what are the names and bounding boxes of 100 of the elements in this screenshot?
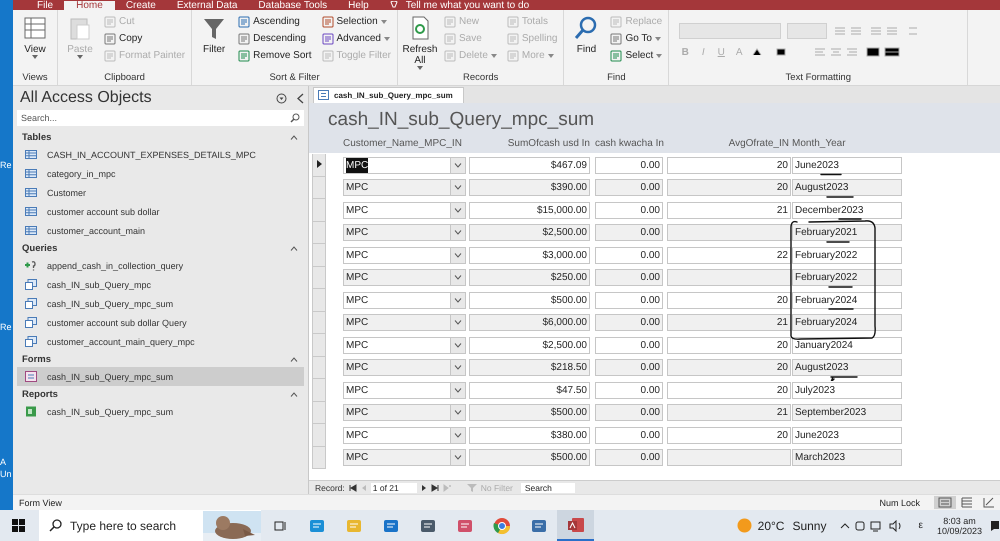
chevron-up-icon[interactable] <box>290 392 298 396</box>
customer-combo[interactable]: MPC <box>343 336 466 354</box>
first-record-icon[interactable] <box>348 484 357 492</box>
record-position-field[interactable]: 1 of 21 <box>370 482 417 493</box>
dropdown-circle-icon[interactable] <box>276 92 287 104</box>
usd-field[interactable]: $380.00 <box>469 426 590 444</box>
month-year-field[interactable]: June2023 <box>792 426 902 444</box>
chevron-up-icon[interactable] <box>290 356 298 362</box>
navigation-item[interactable]: cash_IN_sub_Query_mpc_sum <box>17 294 304 313</box>
customer-combo[interactable]: MPC <box>343 202 466 219</box>
customer-combo[interactable]: MPC <box>343 292 466 309</box>
ribbon-button[interactable]: Go To <box>608 30 664 47</box>
clock-time[interactable]: 8:03 am <box>943 516 976 526</box>
usd-field[interactable]: $2,500.00 <box>469 224 590 242</box>
kwacha-field[interactable]: 0.00 <box>595 292 663 309</box>
navigation-item[interactable]: customer_account_main_query_mpc <box>17 332 304 351</box>
usd-field[interactable]: $2,500.00 <box>469 336 590 354</box>
kwacha-field[interactable]: 0.00 <box>595 156 663 174</box>
rate-field[interactable]: 20 <box>667 156 791 174</box>
usd-field[interactable]: $218.50 <box>469 359 590 376</box>
month-year-field[interactable]: September2023 <box>792 404 902 422</box>
clock-date[interactable]: 10/09/2023 <box>936 526 982 536</box>
ribbon-button[interactable]: Select <box>608 47 664 64</box>
customer-combo[interactable]: MPC <box>343 246 466 264</box>
document-tab[interactable]: cash_IN_sub_Query_mpc_sum <box>313 86 464 103</box>
usd-field[interactable]: $500.00 <box>469 292 590 309</box>
ribbon-button[interactable]: Remove Sort <box>236 47 314 64</box>
ribbon-button[interactable]: Refresh All <box>402 13 438 72</box>
kwacha-field[interactable]: 0.00 <box>595 449 663 466</box>
section-header[interactable]: Reports <box>22 388 58 400</box>
input-indicator[interactable]: ε <box>918 520 923 531</box>
month-year-field[interactable]: January2024 <box>792 336 902 354</box>
usd-field[interactable]: $47.50 <box>469 382 590 399</box>
navigation-item[interactable]: CASH_IN_ACCOUNT_EXPENSES_DETAILS_MPC <box>17 145 304 164</box>
month-year-field[interactable]: February2021 <box>792 224 902 242</box>
ribbon-button[interactable]: Copy <box>102 30 188 47</box>
rate-field[interactable]: 21 <box>667 202 791 219</box>
ribbon-button[interactable]: Ascending <box>236 13 314 30</box>
customer-combo[interactable]: MPC <box>343 179 466 196</box>
rate-field[interactable]: 20 <box>667 292 791 309</box>
navigation-item[interactable]: append_cash_in_collection_query <box>17 256 304 275</box>
navigation-item[interactable]: Customer <box>17 183 304 202</box>
month-year-field[interactable]: August2023 <box>792 179 902 196</box>
rate-field[interactable]: 20 <box>667 426 791 444</box>
month-year-field[interactable]: December2023 <box>792 202 902 219</box>
rate-field[interactable] <box>667 224 791 242</box>
ribbon-tab[interactable]: Create <box>116 1 166 10</box>
rate-field[interactable] <box>667 269 791 286</box>
rate-field[interactable]: 21 <box>667 404 791 422</box>
section-header[interactable]: Tables <box>22 132 52 142</box>
usd-field[interactable]: $500.00 <box>469 404 590 422</box>
month-year-field[interactable]: March2023 <box>792 449 902 466</box>
month-year-field[interactable]: July2023 <box>792 382 902 399</box>
record-selector[interactable] <box>312 154 326 177</box>
rate-field[interactable] <box>667 449 791 466</box>
customer-combo[interactable]: MPC <box>343 314 466 332</box>
rate-field[interactable]: 21 <box>667 314 791 332</box>
ribbon-tab[interactable]: Help <box>338 1 379 10</box>
form-view-icon[interactable] <box>934 496 956 509</box>
search-field[interactable]: Type here to search <box>39 510 261 541</box>
usd-field[interactable]: $467.09 <box>469 156 590 174</box>
kwacha-field[interactable]: 0.00 <box>595 359 663 376</box>
kwacha-field[interactable]: 0.00 <box>595 269 663 286</box>
windows-start-icon[interactable] <box>12 519 25 532</box>
usd-field[interactable]: $500.00 <box>469 449 590 466</box>
customer-combo[interactable]: MPC <box>343 156 466 174</box>
kwacha-field[interactable]: 0.00 <box>595 246 663 264</box>
section-header[interactable]: Forms <box>22 354 52 364</box>
month-year-field[interactable]: February2022 <box>792 269 902 286</box>
section-header[interactable]: Queries <box>22 242 58 254</box>
usd-field[interactable]: $6,000.00 <box>469 314 590 332</box>
usd-field[interactable]: $390.00 <box>469 179 590 196</box>
chevron-up-icon[interactable] <box>290 134 298 140</box>
ribbon-tab[interactable]: Database Tools <box>248 1 338 10</box>
rate-field[interactable]: 20 <box>667 382 791 399</box>
navigation-item[interactable]: cash_IN_sub_Query_mpc_sum <box>17 402 304 421</box>
ribbon-tab[interactable]: Home <box>64 1 115 10</box>
navigation-item[interactable]: customer account sub dollar <box>17 202 304 221</box>
last-record-icon[interactable] <box>430 484 439 492</box>
customer-combo[interactable]: MPC <box>343 382 466 399</box>
kwacha-field[interactable]: 0.00 <box>595 426 663 444</box>
search-field[interactable]: Search <box>520 482 575 493</box>
ribbon-tab[interactable]: File <box>27 1 64 10</box>
navigation-item[interactable]: cash_IN_sub_Query_mpc_sum <box>17 367 304 386</box>
ribbon-tab[interactable]: External Data <box>166 1 248 10</box>
usd-field[interactable]: $250.00 <box>469 269 590 286</box>
ribbon-button[interactable]: View <box>17 13 53 72</box>
access-app-button[interactable] <box>557 510 594 541</box>
navigation-item[interactable]: customer account sub dollar Query <box>17 313 304 332</box>
tell-me-field[interactable]: Tell me what you want to do <box>406 1 530 10</box>
usd-field[interactable]: $15,000.00 <box>469 202 590 219</box>
rate-field[interactable]: 20 <box>667 336 791 354</box>
chevron-up-icon[interactable] <box>290 246 298 250</box>
ribbon-button[interactable]: Advanced <box>320 30 393 47</box>
ribbon-button[interactable]: Filter <box>196 13 232 72</box>
rate-field[interactable]: 22 <box>667 246 791 264</box>
usd-field[interactable]: $3,000.00 <box>469 246 590 264</box>
kwacha-field[interactable]: 0.00 <box>595 382 663 399</box>
navigation-item[interactable]: customer_account_main <box>17 221 304 240</box>
kwacha-field[interactable]: 0.00 <box>595 224 663 242</box>
